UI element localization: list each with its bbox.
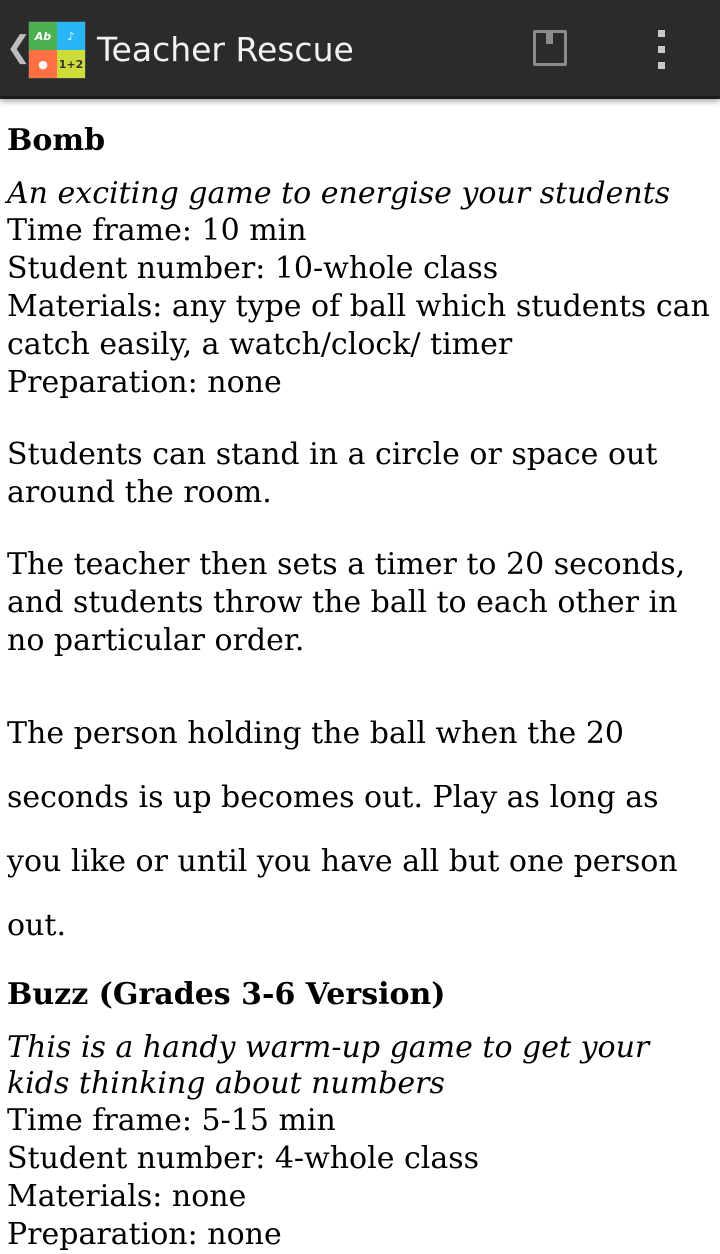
logo-tile-ab: Ab <box>29 22 57 50</box>
section-subtitle: This is a handy warm-up game to get your… <box>7 1030 650 1101</box>
bookmark-icon[interactable] <box>533 30 567 66</box>
app-title: Teacher Rescue <box>97 30 354 69</box>
app-logo[interactable]: Ab ♪ ● 1+2 <box>28 21 86 79</box>
student-number: Student number: 4-whole class <box>7 1141 480 1176</box>
article-content: Bomb An exciting game to energise your s… <box>7 118 717 1254</box>
logo-tile-ball: ● <box>29 50 57 78</box>
section-title: Bomb <box>7 123 106 158</box>
section-subtitle: An exciting game to energise your studen… <box>7 176 671 211</box>
paragraph: The person holding the ball when the 20 … <box>7 716 678 943</box>
paragraph: Students can stand in a circle or space … <box>7 437 658 510</box>
time-frame: Time frame: 10 min <box>7 213 307 248</box>
logo-tile-math: 1+2 <box>57 50 85 78</box>
preparation: Preparation: none <box>7 1217 282 1252</box>
preparation: Preparation: none <box>7 365 282 400</box>
time-frame: Time frame: 5-15 min <box>7 1103 336 1138</box>
student-number: Student number: 10-whole class <box>7 251 499 286</box>
materials: Materials: none <box>7 1179 247 1214</box>
overflow-menu-icon[interactable] <box>658 30 666 70</box>
materials: Materials: any type of ball which studen… <box>7 289 710 362</box>
logo-tile-music-note: ♪ <box>57 22 85 50</box>
paragraph: The teacher then sets a timer to 20 seco… <box>7 547 686 658</box>
section-title: Buzz (Grades 3-6 Version) <box>7 977 446 1012</box>
action-bar: ❮ Ab ♪ ● 1+2 Teacher Rescue <box>0 0 720 99</box>
